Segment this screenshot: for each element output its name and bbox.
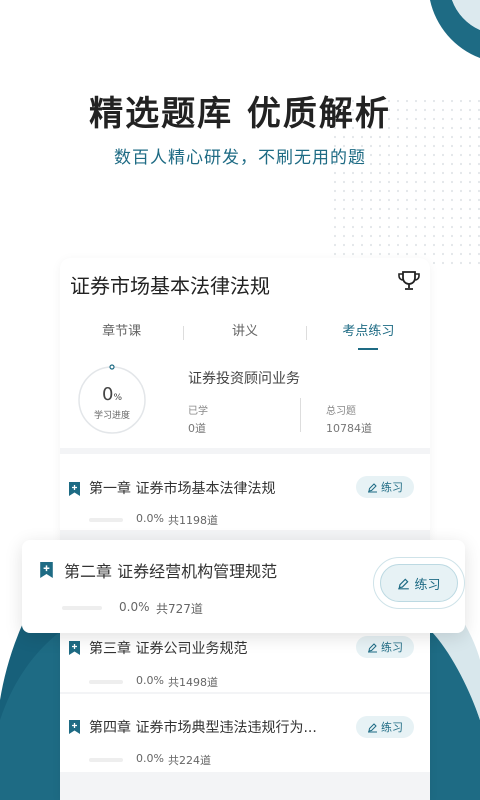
chapter-title: 第二章 证券经营机构管理规范 [64, 562, 278, 581]
subject-header: 证券市场基本法律法规 章节课 讲义 考点练习 0% 学习进度 证券投资顾问业务 … [60, 258, 430, 448]
pencil-icon [398, 578, 410, 589]
subject-card: 证券市场基本法律法规 章节课 讲义 考点练习 0% 学习进度 证券投资顾问业务 … [60, 258, 430, 800]
pencil-icon [368, 642, 377, 652]
practice-button[interactable]: 练习 [356, 636, 414, 658]
chapter-progress-bar [89, 758, 123, 762]
trophy-icon[interactable] [396, 268, 422, 294]
chapter-title: 第三章 证券公司业务规范 [89, 641, 248, 657]
chapter-progress-bar [89, 518, 123, 522]
chapter-title: 第一章 证券市场基本法律法规 [89, 481, 276, 497]
chapter-percent: 0.0% [119, 600, 150, 614]
progress-label: 学习进度 [93, 411, 130, 421]
subject-title: 证券市场基本法律法规 [70, 274, 270, 298]
total-value: 10784道 [326, 422, 372, 435]
pencil-icon [368, 482, 377, 492]
bookmark-icon [69, 641, 80, 655]
practice-button-label: 练习 [381, 641, 403, 654]
pencil-icon [368, 722, 377, 732]
learned-value: 0道 [188, 422, 206, 435]
progress-value: 0 [101, 384, 114, 405]
hero-title: 精选题库 优质解析 [89, 94, 391, 134]
bookmark-icon [69, 720, 80, 734]
chapter-count: 共224道 [168, 754, 211, 767]
chapter-count: 共1198道 [168, 514, 218, 527]
tab-handout[interactable]: 讲义 [183, 320, 306, 350]
progress-unit: % [113, 393, 122, 403]
chapter-title: 第四章 证券市场典型违法违规行为... [89, 720, 317, 736]
practice-button-label: 练习 [381, 721, 403, 734]
chapter-item[interactable]: 第一章 证券市场基本法律法规 练习 0.0% 共1198道 [60, 454, 430, 530]
chapter-percent: 0.0% [136, 512, 164, 525]
total-label: 总习题 [326, 406, 356, 417]
practice-button-label: 练习 [381, 481, 403, 494]
chapter-progress-bar [89, 680, 123, 684]
practice-button[interactable]: 练习 [356, 716, 414, 738]
chapter-percent: 0.0% [136, 674, 164, 687]
qualification-name: 证券投资顾问业务 [188, 371, 300, 387]
tab-divider [183, 326, 184, 340]
highlighted-chapter-item[interactable]: 第二章 证券经营机构管理规范 0.0% 共727道 练习 [22, 540, 465, 633]
practice-button[interactable]: 练习 [356, 476, 414, 498]
tab-point-practice[interactable]: 考点练习 [307, 320, 430, 350]
learned-label: 已学 [188, 406, 208, 417]
chapter-count: 共1498道 [168, 676, 218, 689]
tab-chapter-course[interactable]: 章节课 [60, 320, 183, 350]
practice-button[interactable]: 练习 [380, 564, 458, 602]
bookmark-icon [40, 562, 53, 578]
chapter-item[interactable]: 第四章 证券市场典型违法违规行为... 练习 0.0% 共224道 [60, 694, 430, 772]
hero-subtitle: 数百人精心研发，不刷无用的题 [114, 148, 366, 168]
chapter-percent: 0.0% [136, 752, 164, 765]
chapter-progress-bar [62, 606, 102, 610]
tab-bar: 章节课 讲义 考点练习 [60, 320, 430, 350]
practice-button-label: 练习 [414, 577, 441, 593]
chapter-count: 共727道 [156, 602, 203, 616]
bookmark-icon [69, 482, 80, 496]
progress-indicator-dot [109, 364, 115, 370]
stat-divider [300, 398, 301, 432]
tab-divider [306, 326, 307, 340]
progress-value-text: 0% [76, 384, 148, 405]
